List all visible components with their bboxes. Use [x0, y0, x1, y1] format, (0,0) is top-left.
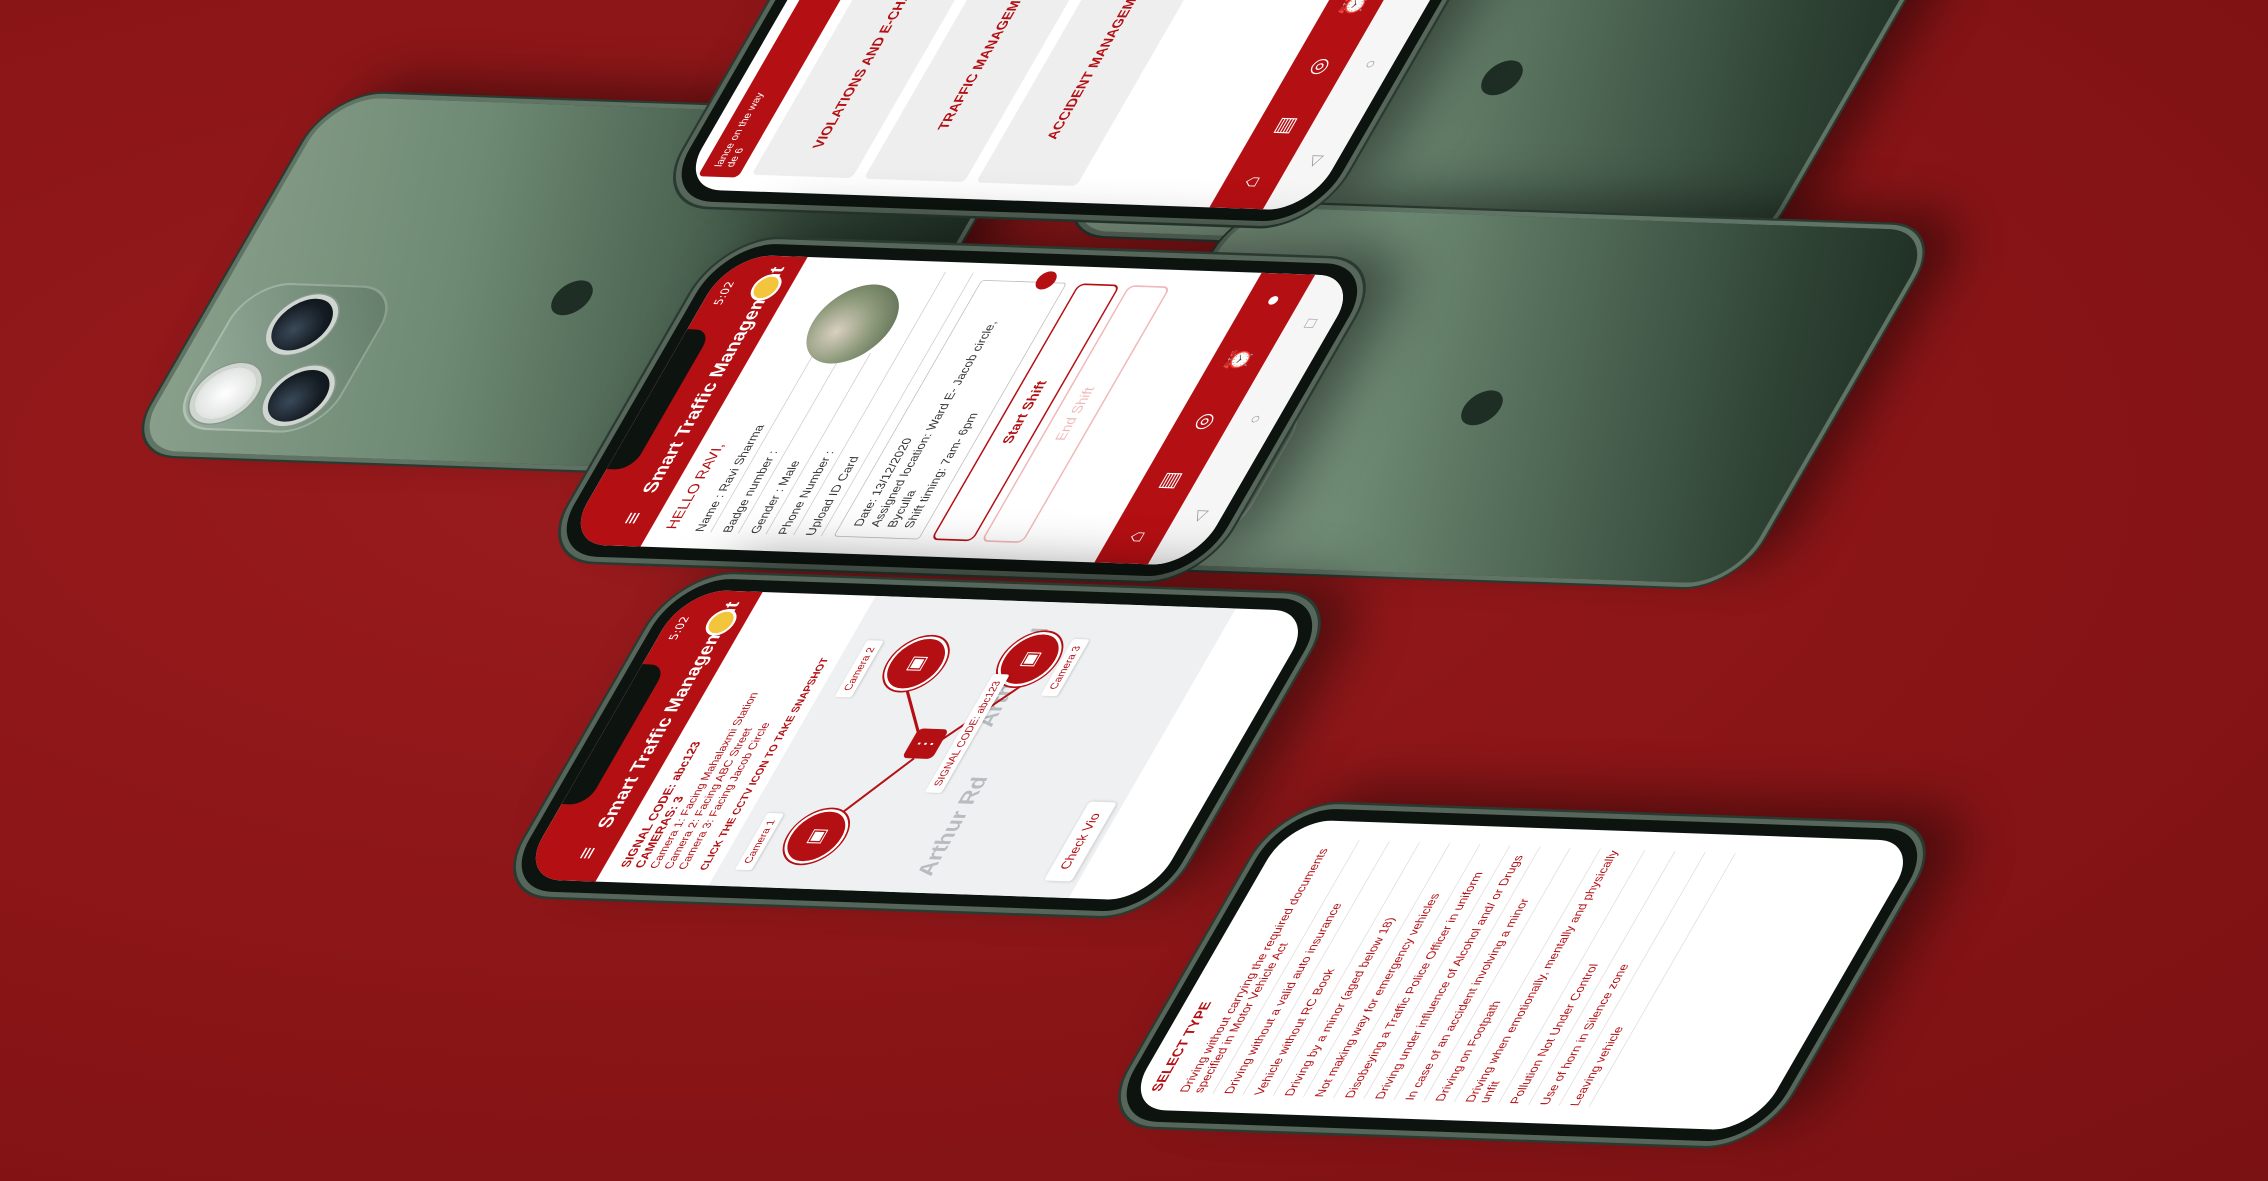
back-icon[interactable]: ◁ [1187, 510, 1211, 522]
status-time: 5:02 [666, 615, 693, 641]
home-circle-icon[interactable]: ○ [1244, 414, 1267, 424]
signal-icon[interactable]: ◎ [1186, 413, 1220, 431]
cctv-camera-icon[interactable]: ▣ [773, 808, 860, 865]
back-icon[interactable]: ◁ [1302, 155, 1326, 167]
phone-signal: 5:02 ≡ Smart Traffic Management SIGNAL C… [500, 577, 1334, 913]
apple-logo-icon: ● [1435, 51, 1559, 104]
apple-logo-icon: ● [1415, 381, 1539, 434]
chat-icon[interactable]: ▤ [1266, 116, 1301, 136]
check-violation-button[interactable]: Check Vio [1043, 801, 1118, 882]
signal-icon[interactable]: ◎ [1301, 58, 1335, 76]
alarm-icon[interactable]: ⏰ [1335, 0, 1373, 17]
chat-icon[interactable]: ▤ [1151, 471, 1186, 491]
profile-icon[interactable]: ● [1258, 294, 1288, 307]
status-time: 5:02 [711, 280, 738, 306]
cctv-camera-icon[interactable]: ▣ [872, 635, 960, 692]
phone-violations: SELECT TYPE Driving without carrying the… [1105, 807, 1939, 1143]
camera-1-label: Camera 1 [734, 813, 785, 871]
home-icon[interactable]: ⌂ [1121, 531, 1151, 544]
mockup-scene: ● ● ● lance on the way de 6 VIOLATIONS A… [0, 0, 2268, 1181]
road-label: Arthur Rd [910, 775, 994, 877]
home-icon[interactable]: ⌂ [1236, 176, 1266, 189]
violations-screen: SELECT TYPE Driving without carrying the… [1123, 819, 1921, 1131]
hamburger-menu-icon[interactable]: ≡ [571, 846, 603, 859]
police-logo-icon [745, 273, 788, 302]
traffic-light-icon: ⋮ [901, 728, 950, 760]
apple-logo-icon: ● [505, 271, 629, 324]
home-circle-icon[interactable]: ○ [1359, 59, 1382, 69]
camera-2-label: Camera 2 [834, 640, 884, 698]
alarm-icon[interactable]: ⏰ [1220, 347, 1258, 372]
notification-dot[interactable] [1031, 271, 1061, 290]
police-logo-icon [700, 608, 743, 637]
recents-icon[interactable]: □ [1299, 319, 1322, 329]
hamburger-menu-icon[interactable]: ≡ [616, 511, 648, 524]
menu-card-label: ACCIDENT MANAGEMENT [1044, 0, 1156, 140]
signal-screen: 5:02 ≡ Smart Traffic Management SIGNAL C… [518, 589, 1316, 901]
